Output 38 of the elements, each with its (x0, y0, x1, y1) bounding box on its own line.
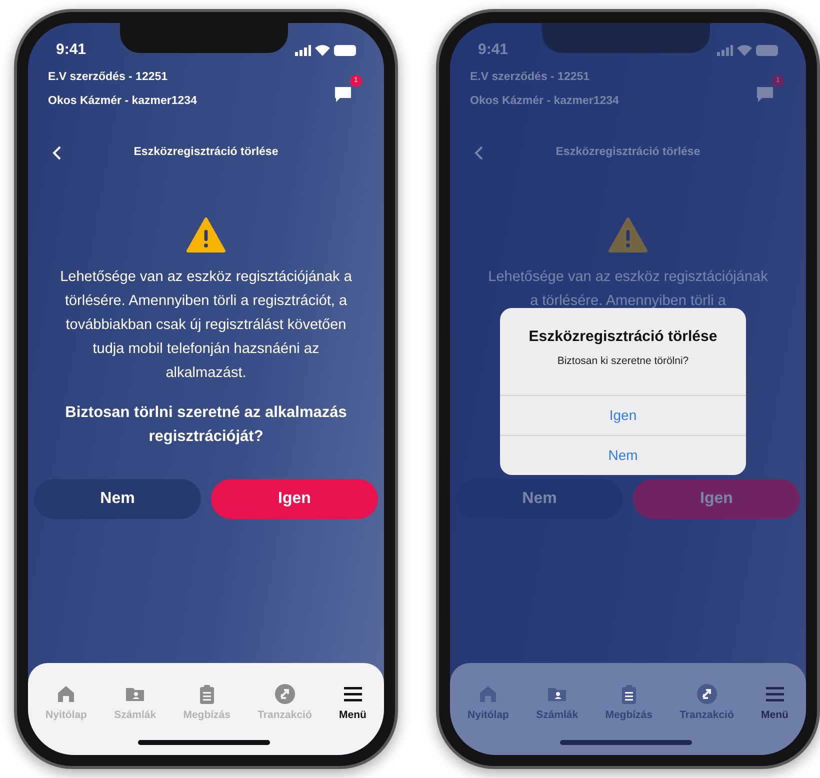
user-label: Okos Kázmér - kazmer1234 (48, 94, 197, 110)
dialog-action[interactable]: Igen (500, 395, 746, 436)
tab-item[interactable]: Nyitólap (46, 683, 87, 755)
tab-item[interactable]: Menü (338, 683, 366, 755)
no-button[interactable]: Nem (456, 479, 623, 519)
tab-item[interactable]: Számlák (114, 683, 156, 755)
battery-icon (756, 44, 778, 56)
yes-button[interactable]: Igen (633, 479, 800, 519)
warning-icon (186, 217, 226, 253)
user-label: Okos Kázmér - kazmer1234 (470, 94, 619, 110)
yes-button[interactable]: Igen (211, 479, 378, 519)
wifi-icon (737, 44, 752, 56)
description-text: Lehetősége van az eszköz regisztációjának (488, 268, 768, 287)
dialog-message: Biztosan ki szeretne törölni? (557, 354, 689, 368)
arrows-icon (274, 683, 296, 705)
chat-icon (334, 86, 352, 102)
contract-label: E.V szerződés - 12251 (48, 70, 169, 85)
tab-item[interactable]: Nyitólap (468, 683, 509, 755)
contract-label: E.V szerződés - 12251 (470, 70, 591, 85)
signal-icon (717, 44, 733, 56)
tab-item[interactable]: Számlák (536, 683, 578, 755)
chat-icon (756, 86, 774, 102)
warning-icon (608, 217, 648, 253)
dialog-action[interactable]: Nem (500, 435, 746, 476)
battery-icon (334, 44, 356, 56)
question-text: Biztosan törlni szeretné az alkalmazás regisztrációját? (64, 403, 348, 447)
screen-title: Eszközregisztráció törlése (556, 145, 700, 160)
status-time: 9:41 (56, 40, 86, 60)
wifi-icon (315, 44, 330, 56)
tab-item[interactable]: Menü (760, 683, 788, 755)
dialog-title: Eszközregisztráció törlése (528, 327, 718, 347)
signal-icon (295, 44, 311, 56)
description-text: Lehetősége van az eszköz regisztációjának a törlésére. Amennyiben törli a regisztrációt, a továbbiakban csak új regisztrálást követően tudja mobil telefonján hazsnáéni az alkalmazást. (60, 268, 352, 383)
screen-title: Eszközregisztráció törlése (134, 145, 278, 160)
status-time: 9:41 (478, 40, 508, 60)
no-button[interactable]: Nem (34, 479, 201, 519)
description-text: a törlésére. Amennyiben törli a (530, 292, 726, 311)
arrows-icon (696, 683, 718, 705)
